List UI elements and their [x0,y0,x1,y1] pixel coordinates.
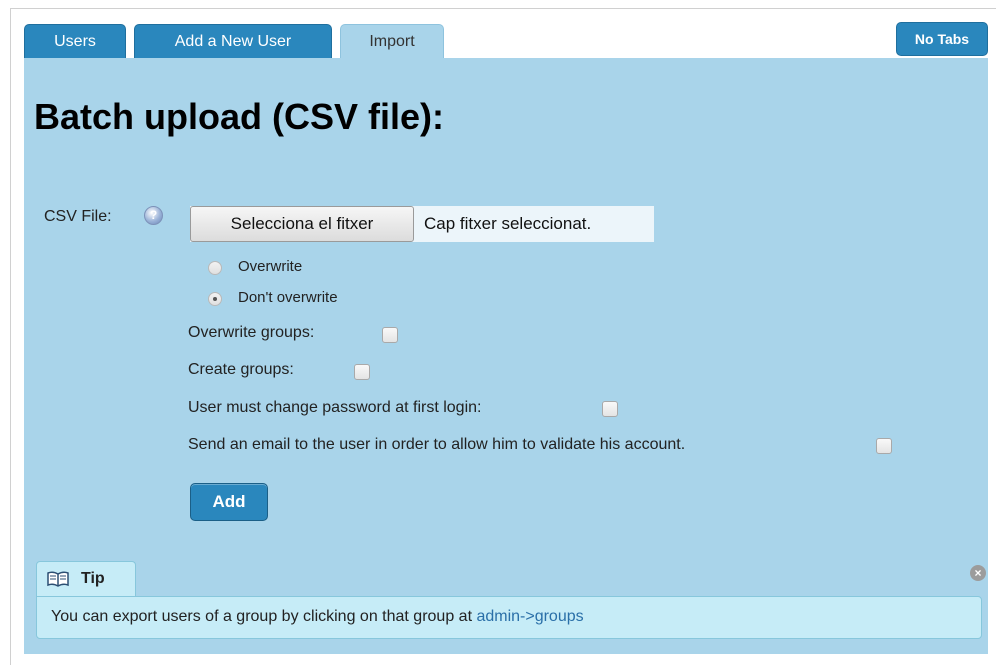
no-tabs-button[interactable]: No Tabs [896,22,988,56]
tip-title: Tip [81,570,105,587]
overwrite-label: Overwrite [238,258,303,275]
book-icon [47,571,69,587]
question-icon[interactable]: ? [144,206,163,225]
tab-import[interactable]: Import [340,24,444,60]
file-status-text: Cap fitxer seleccionat. [424,214,592,233]
dont-overwrite-label: Don't overwrite [238,289,338,306]
overwrite-groups-label: Overwrite groups: [188,324,315,341]
change-password-checkbox[interactable] [602,401,618,417]
add-button[interactable]: Add [190,483,268,521]
dont-overwrite-radio[interactable] [208,292,222,306]
tab-bar: Users Add a New User Import [24,24,996,60]
close-icon[interactable]: × [970,565,986,581]
csv-file-input[interactable]: Selecciona el fitxer Cap fitxer seleccio… [190,206,654,242]
import-panel: Batch upload (CSV file): CSV File: ? Sel… [24,58,988,654]
tab-add-new-user[interactable]: Add a New User [134,24,332,58]
tip-box: You can export users of a group by click… [36,596,982,639]
create-groups-checkbox[interactable] [354,364,370,380]
tab-users[interactable]: Users [24,24,126,58]
send-email-label: Send an email to the user in order to al… [188,436,686,453]
create-groups-label: Create groups: [188,361,294,378]
choose-file-button[interactable]: Selecciona el fitxer [190,206,414,242]
csv-file-label: CSV File: [44,208,112,225]
change-password-label: User must change password at first login… [188,399,482,416]
overwrite-radio[interactable] [208,261,222,275]
tip-tab: Tip [36,561,136,597]
tip-text: You can export users of a group by click… [51,608,584,626]
page-title: Batch upload (CSV file): [34,96,445,137]
overwrite-groups-checkbox[interactable] [382,327,398,343]
tip-message: You can export users of a group by click… [51,608,477,625]
send-email-checkbox[interactable] [876,438,892,454]
admin-groups-link[interactable]: admin->groups [476,608,583,625]
